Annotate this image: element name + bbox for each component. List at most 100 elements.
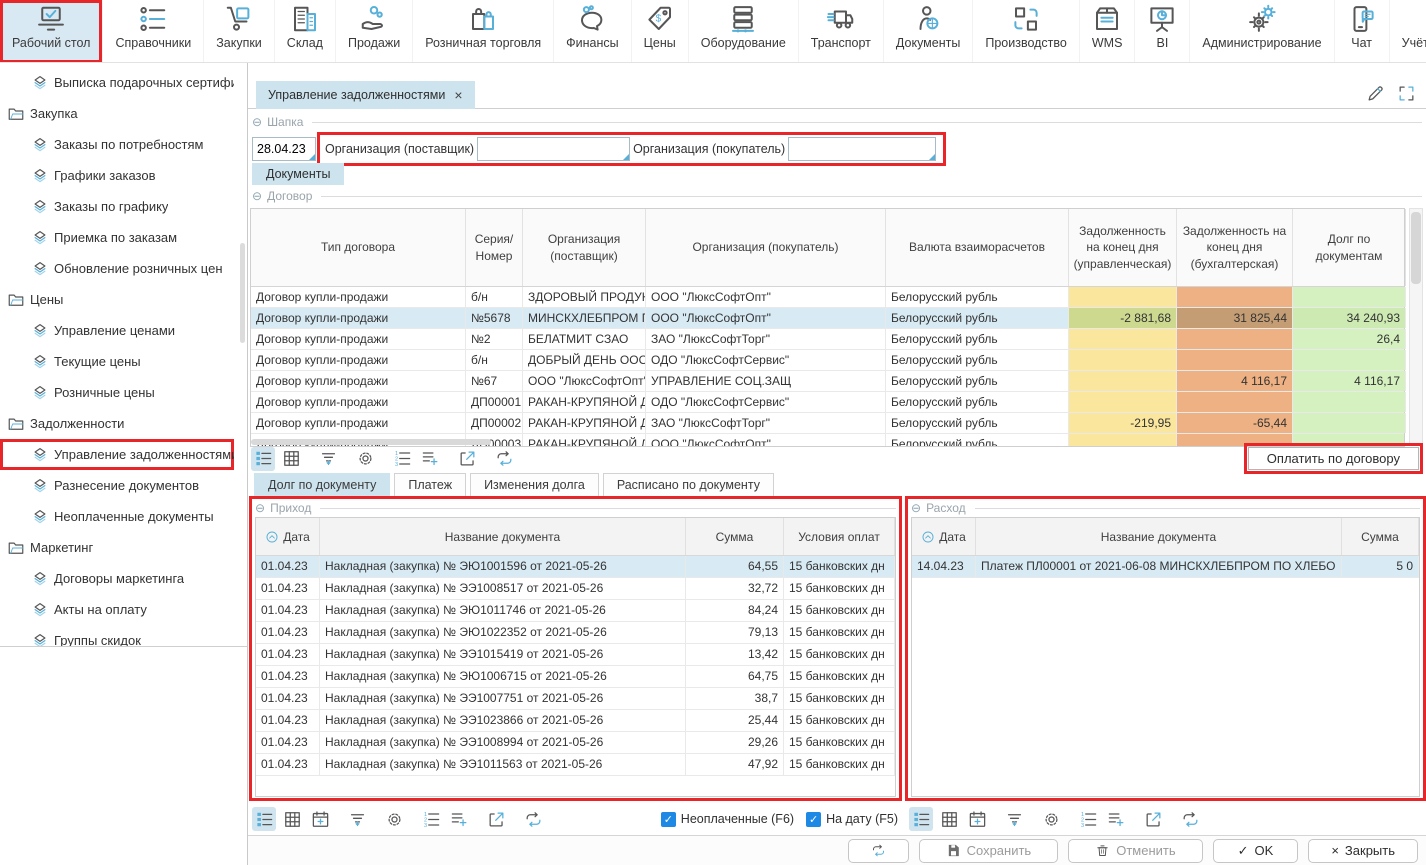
checkbox-check-icon[interactable]: ✓ (806, 812, 821, 827)
close-button[interactable]: × Закрыть (1308, 839, 1418, 863)
export-icon[interactable] (1141, 807, 1165, 831)
numbered-list-icon[interactable] (390, 447, 414, 471)
save-button[interactable]: Сохранить (919, 839, 1059, 863)
buyer-org-input[interactable] (793, 142, 931, 156)
sidebar-item-receiving-by-orders[interactable]: Приемка по заказам (0, 222, 234, 253)
sidebar-item-price-management[interactable]: Управление ценами (0, 315, 234, 346)
sidebar-item-groups[interactable]: Группы скидок (0, 625, 234, 647)
gear-icon[interactable] (382, 807, 406, 831)
date-field[interactable] (252, 137, 316, 161)
column-header[interactable]: Условия оплат (784, 518, 895, 555)
column-header[interactable]: Название документа (976, 518, 1342, 555)
checkbox-check-icon[interactable]: ✓ (661, 812, 676, 827)
Накладная (закупка) № ЭЭ1023866 от 2021-05-26[interactable]: 01.04.23 Накладная (закупка) № ЭЭ1023866… (256, 710, 895, 732)
contract-table-vscrollbar[interactable] (1409, 208, 1423, 444)
tab-debt-management-document[interactable]: Управление задолженностями × (256, 81, 475, 109)
Накладная (закупка) № ЭЭ1015419 от 2021-05-26[interactable]: 01.04.23 Накладная (закупка) № ЭЭ1015419… (256, 644, 895, 666)
sidebar-folder-prices[interactable]: Цены (0, 284, 234, 315)
Накладная (закупка) № ЭЮ1001596 от 2021-05-26[interactable]: 01.04.23 Накладная (закупка) № ЭЮ1001596… (256, 556, 895, 578)
sidebar-item-retail-price-update[interactable]: Обновление розничных цен (0, 253, 234, 284)
nav-sales[interactable]: Продажи (336, 0, 413, 63)
Платеж ПЛ00001 от 2021-06-08 МИНСКХЛЕБПРОМ ПО ХЛЕБО[interactable]: 14.04.23 Платеж ПЛ00001 от 2021-06-08 МИ… (912, 556, 1419, 578)
nav-chat[interactable]: Чат (1335, 0, 1390, 63)
column-header[interactable]: Организация (покупатель) (646, 209, 886, 286)
sidebar-item-current-prices[interactable]: Текущие цены (0, 346, 234, 377)
add-row-icon[interactable] (1104, 807, 1128, 831)
contract-table-row[interactable]: Договор купли-продажи б/н ЗДОРОВЫЙ ПРОДУ… (251, 287, 1404, 308)
add-row-icon[interactable] (447, 807, 471, 831)
column-header[interactable]: Сумма (686, 518, 784, 555)
reload-icon[interactable] (492, 447, 516, 471)
filter-icon[interactable] (345, 807, 369, 831)
sidebar-item-document-allocation[interactable]: Разнесение документов (0, 470, 234, 501)
column-header[interactable]: Долг по документам (1293, 209, 1406, 286)
sidebar-item-unpaid-documents[interactable]: Неоплаченные документы (0, 501, 234, 532)
column-header[interactable]: Серия/ Номер (466, 209, 523, 286)
nav-finance[interactable]: Финансы (554, 0, 631, 63)
nav-account[interactable]: Учётная запис (1390, 0, 1426, 63)
nav-documents[interactable]: Документы (884, 0, 973, 63)
collapse-icon[interactable]: ⊖ (252, 189, 262, 203)
calendar-icon[interactable] (308, 807, 332, 831)
nav-prices[interactable]: Цены (632, 0, 689, 63)
contract-table-row[interactable]: Договор купли-продажи №67 ООО "ЛюксСофтО… (251, 371, 1404, 392)
numbered-list-icon[interactable] (1076, 807, 1100, 831)
pay-by-contract-button[interactable]: Оплатить по договору (1248, 447, 1419, 470)
column-header-date[interactable]: Дата (912, 518, 976, 555)
sidebar-scrollbar[interactable] (240, 243, 245, 343)
filter-icon[interactable] (316, 447, 340, 471)
close-icon[interactable]: × (454, 87, 462, 103)
tab-documents[interactable]: Документы (252, 163, 344, 185)
sidebar-folder-purchase[interactable]: Закупка (0, 98, 234, 129)
column-header[interactable]: Название документа (320, 518, 686, 555)
export-icon[interactable] (455, 447, 479, 471)
add-row-icon[interactable] (418, 447, 442, 471)
column-header[interactable]: Задолженность на конец дня (управленческ… (1069, 209, 1177, 286)
filter-icon[interactable] (1002, 807, 1026, 831)
sidebar-folder-debts[interactable]: Задолженности (0, 408, 234, 439)
tab-payment[interactable]: Платеж (394, 473, 466, 496)
collapse-icon[interactable]: ⊖ (252, 115, 262, 129)
checkbox-unpaid[interactable]: ✓ Неоплаченные (F6) (661, 812, 794, 827)
collapse-icon[interactable]: ⊖ (911, 501, 921, 515)
nav-wms[interactable]: WMS (1080, 0, 1136, 63)
supplier-org-field[interactable] (477, 137, 630, 161)
contract-table-row[interactable]: Договор купли-продажи №5678 МИНСКХЛЕБПРО… (251, 308, 1404, 329)
buyer-org-field[interactable] (788, 137, 936, 161)
grid-view-icon[interactable] (937, 807, 961, 831)
sidebar-item-debt-management[interactable]: Управление задолженностями (0, 439, 234, 470)
reload-icon[interactable] (521, 807, 545, 831)
sidebar-item-orders-by-needs[interactable]: Заказы по потребностям (0, 129, 234, 160)
contract-table-row[interactable]: Договор купли-продажи №2 БЕЛАТМИТ СЗАО З… (251, 329, 1404, 350)
Накладная (закупка) № ЭЮ1006715 от 2021-05-26[interactable]: 01.04.23 Накладная (закупка) № ЭЮ1006715… (256, 666, 895, 688)
Накладная (закупка) № ЭЭ1008517 от 2021-05-26[interactable]: 01.04.23 Накладная (закупка) № ЭЭ1008517… (256, 578, 895, 600)
fullscreen-icon[interactable] (1397, 84, 1416, 103)
sidebar-item-marketing-contracts[interactable]: Договоры маркетинга (0, 563, 234, 594)
checkbox-on-date[interactable]: ✓ На дату (F5) (806, 812, 898, 827)
Накладная (закупка) № ЭЭ1007751 от 2021-05-26[interactable]: 01.04.23 Накладная (закупка) № ЭЭ1007751… (256, 688, 895, 710)
nav-catalogs[interactable]: Справочники (103, 0, 204, 63)
column-header[interactable]: Тип договора (251, 209, 466, 286)
contract-table-row[interactable]: Договор купли-продажи ДП00001 РАКАН-КРУП… (251, 392, 1404, 413)
sidebar-folder-marketing[interactable]: Маркетинг (0, 532, 234, 563)
cancel-button[interactable]: Отменить (1068, 839, 1202, 863)
nav-purchases[interactable]: Закупки (204, 0, 275, 63)
grid-view-icon[interactable] (279, 447, 303, 471)
nav-transport[interactable]: Транспорт (799, 0, 884, 63)
nav-equipment[interactable]: Оборудование (689, 0, 799, 63)
nav-administration[interactable]: Администрирование (1190, 0, 1334, 63)
nav-bi[interactable]: BI (1135, 0, 1190, 63)
column-header[interactable]: Сумма (1342, 518, 1419, 555)
calendar-icon[interactable] (965, 807, 989, 831)
contract-table-row[interactable]: Договор купли-продажи б/н ДОБРЫЙ ДЕНЬ ОО… (251, 350, 1404, 371)
gear-icon[interactable] (353, 447, 377, 471)
numbered-list-icon[interactable] (419, 807, 443, 831)
tab-allocated-by-document[interactable]: Расписано по документу (603, 473, 774, 496)
column-header[interactable]: Задолженность на конец дня (бухгалтерска… (1177, 209, 1293, 286)
column-header[interactable]: Валюта взаиморасчетов (886, 209, 1069, 286)
tab-debt-by-document[interactable]: Долг по документу (254, 473, 390, 496)
Накладная (закупка) № ЭЮ1011746 от 2021-05-26[interactable]: 01.04.23 Накладная (закупка) № ЭЮ1011746… (256, 600, 895, 622)
nav-warehouse[interactable]: Склад (275, 0, 336, 63)
column-header[interactable]: Организация (поставщик) (523, 209, 646, 286)
grid-view-icon[interactable] (280, 807, 304, 831)
